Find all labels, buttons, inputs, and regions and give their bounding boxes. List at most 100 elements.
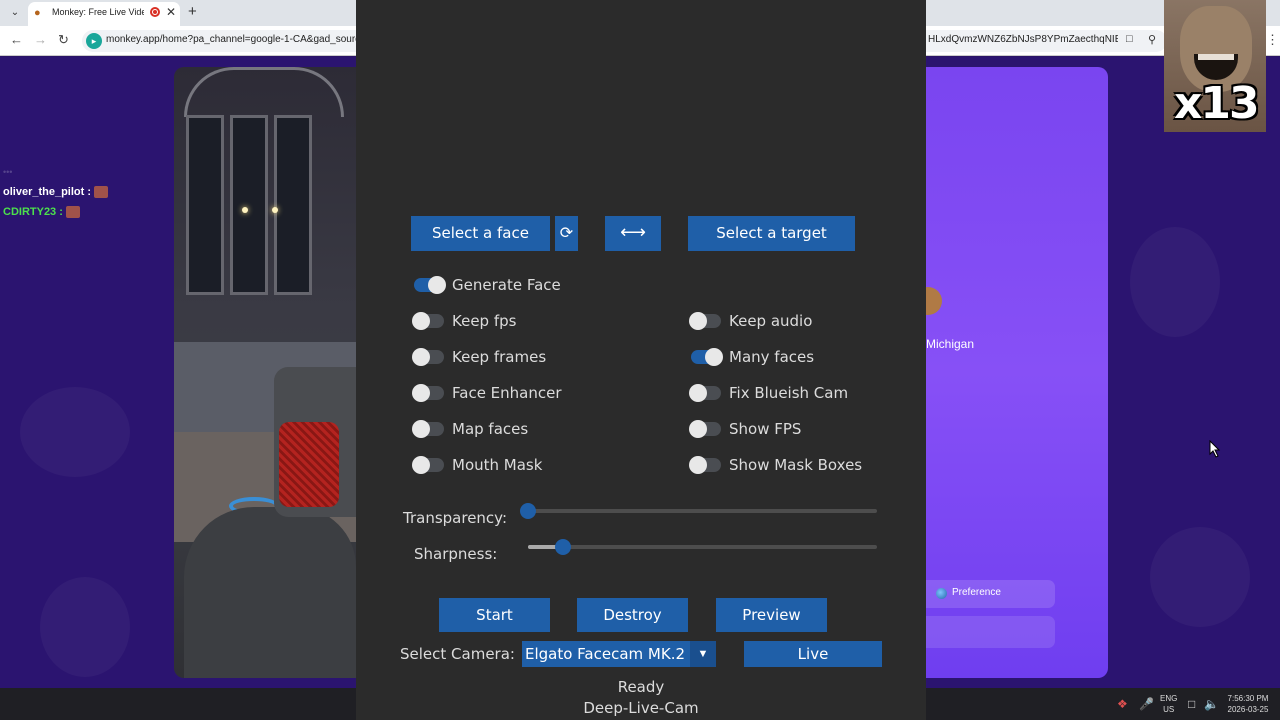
volume-icon[interactable]: 🔈 xyxy=(1204,697,1219,711)
monkey-emoji-icon xyxy=(926,287,944,315)
network-icon[interactable]: □ xyxy=(1188,697,1195,711)
preview-label: Preview xyxy=(742,606,801,624)
switch-track xyxy=(412,348,444,366)
switch-knob xyxy=(689,456,707,474)
toggle-many-faces[interactable]: Many faces xyxy=(691,348,814,366)
url-text-tail: HLxdQvmzWNZ6ZbNJsP8YPmZaecthqNIEfH... xyxy=(928,34,1118,45)
select-camera-label: Select Camera: xyxy=(400,645,515,663)
reload-icon[interactable]: ↻ xyxy=(58,32,69,48)
tab-search-icon[interactable]: ⌄ xyxy=(6,4,24,22)
chat-emote-icon xyxy=(94,186,109,199)
chat-message: oliver_the_pilot : xyxy=(3,186,109,199)
slider-thumb[interactable] xyxy=(554,539,571,555)
language-code: ENG xyxy=(1160,694,1178,703)
switch-track xyxy=(414,276,446,294)
toggle-keep-frames[interactable]: Keep frames xyxy=(412,348,547,366)
toggle-label: Keep frames xyxy=(452,348,547,366)
switch-knob xyxy=(689,384,707,402)
switch-knob xyxy=(689,312,707,330)
preference-button[interactable]: Preference xyxy=(926,580,1055,608)
switch-knob xyxy=(412,384,430,402)
clock-date: 2026-03-25 xyxy=(1227,705,1269,714)
toggle-fix-blueish-cam[interactable]: Fix Blueish Cam xyxy=(689,384,849,402)
webcam-video-feed xyxy=(174,67,356,678)
light xyxy=(272,207,278,213)
toggle-keep-audio[interactable]: Keep audio xyxy=(689,312,813,330)
chevron-down-icon[interactable]: ▼ xyxy=(690,641,716,667)
mouse-cursor-icon xyxy=(1209,440,1221,458)
destroy-button[interactable]: Destroy xyxy=(577,598,688,632)
globe-icon xyxy=(936,588,947,599)
select-face-button[interactable]: Select a face xyxy=(411,216,550,251)
chat-username: CDIRTY23 : xyxy=(3,206,63,218)
status-text: Ready xyxy=(617,678,665,696)
forward-icon[interactable]: → xyxy=(34,32,47,47)
cast-icon[interactable]: □ xyxy=(1126,33,1133,45)
background-pattern xyxy=(40,577,130,677)
chat-emote-icon xyxy=(65,206,80,219)
system-clock[interactable]: 7:56:30 PM 2026-03-25 xyxy=(1222,693,1274,715)
switch-track xyxy=(689,384,721,402)
transparency-slider[interactable] xyxy=(520,503,877,519)
card-secondary-button[interactable] xyxy=(926,616,1055,648)
refresh-button[interactable]: ⟳ xyxy=(555,216,578,251)
chat-faded-line: ••• xyxy=(3,167,13,177)
window-arch xyxy=(184,67,344,117)
toggle-keep-fps[interactable]: Keep fps xyxy=(412,312,517,330)
live-label: Live xyxy=(797,645,829,663)
language-indicator[interactable]: ENG US xyxy=(1160,693,1177,715)
back-icon[interactable]: ← xyxy=(10,32,23,47)
recording-icon xyxy=(150,7,160,17)
select-target-label: Select a target xyxy=(716,224,827,242)
transparency-label: Transparency: xyxy=(403,509,508,527)
chat-username: oliver_the_pilot : xyxy=(3,186,92,198)
destroy-label: Destroy xyxy=(603,606,662,624)
start-button[interactable]: Start xyxy=(439,598,550,632)
toggle-label: Face Enhancer xyxy=(452,384,562,402)
window-pane xyxy=(230,115,268,295)
toggle-label: Fix Blueish Cam xyxy=(729,384,849,402)
select-target-button[interactable]: Select a target xyxy=(688,216,855,251)
select-face-label: Select a face xyxy=(432,224,529,242)
background-pattern xyxy=(20,387,130,477)
slider-thumb[interactable] xyxy=(520,503,536,519)
toggle-show-fps[interactable]: Show FPS xyxy=(689,420,801,438)
zoom-icon[interactable]: ⚲ xyxy=(1148,33,1156,46)
swap-button[interactable]: ⟷ xyxy=(605,216,661,251)
microphone-icon[interactable]: 🎤 xyxy=(1139,697,1154,711)
stranger-location: Michigan xyxy=(926,337,975,351)
microphone-grille xyxy=(279,422,339,507)
clock-time: 7:56:30 PM xyxy=(1227,694,1269,703)
site-info-icon[interactable]: ▸ xyxy=(86,33,102,49)
browser-tab-monkey[interactable]: ● Monkey: Free Live Video Ch ✕ xyxy=(28,2,180,26)
preview-button[interactable]: Preview xyxy=(716,598,827,632)
toggle-generate-face[interactable]: Generate Face xyxy=(414,276,561,294)
toggle-mouth-mask[interactable]: Mouth Mask xyxy=(412,456,542,474)
sharpness-slider[interactable] xyxy=(528,539,877,555)
url-text: monkey.app/home?pa_channel=google-1-CA&g… xyxy=(106,34,356,45)
toggle-label: Keep audio xyxy=(729,312,813,330)
switch-track xyxy=(691,348,723,366)
close-tab-icon[interactable]: ✕ xyxy=(166,5,176,19)
switch-track xyxy=(412,384,444,402)
monkey-favicon-icon: ● xyxy=(34,7,41,19)
browser-menu-icon[interactable]: ⋮ xyxy=(1266,32,1279,48)
toggle-show-mask-boxes[interactable]: Show Mask Boxes xyxy=(689,456,862,474)
toggle-label: Keep fps xyxy=(452,312,517,330)
refresh-icon: ⟳ xyxy=(559,223,574,242)
new-tab-icon[interactable]: + xyxy=(188,3,197,20)
tray-app-icon[interactable]: ❖ xyxy=(1117,697,1128,711)
live-button[interactable]: Live xyxy=(744,641,882,667)
app-name-label: Deep-Live-Cam xyxy=(583,699,699,717)
swap-icon: ⟷ xyxy=(620,222,646,243)
start-label: Start xyxy=(476,606,513,624)
switch-track xyxy=(412,420,444,438)
background-pattern xyxy=(1150,527,1250,627)
meme-overlay: x13 xyxy=(1164,0,1266,132)
switch-track xyxy=(689,420,721,438)
toggle-map-faces[interactable]: Map faces xyxy=(412,420,528,438)
toggle-face-enhancer[interactable]: Face Enhancer xyxy=(412,384,562,402)
background-pattern xyxy=(1130,227,1220,337)
switch-knob xyxy=(689,420,707,438)
camera-select[interactable]: Elgato Facecam MK.2 ▼ xyxy=(522,641,716,667)
